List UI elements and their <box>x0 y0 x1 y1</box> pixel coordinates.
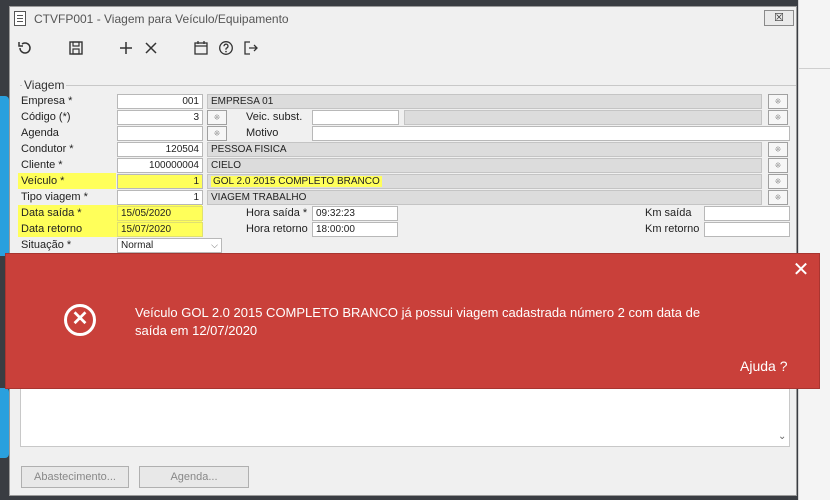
error-notification: ✕ ✕ Veículo GOL 2.0 2015 COMPLETO BRANCO… <box>5 253 820 389</box>
exit-icon[interactable] <box>241 38 261 58</box>
situacao-value: Normal <box>121 240 154 251</box>
error-circle-icon: ✕ <box>64 304 96 336</box>
situacao-label: Situação * <box>21 239 72 251</box>
tipo-viagem-name-field: VIAGEM TRABALHO <box>207 190 762 205</box>
data-saida-label: Data saída * <box>21 207 82 219</box>
calendar-icon[interactable] <box>191 38 211 58</box>
chevron-down-icon: ⌵ <box>211 240 218 250</box>
km-saida-field[interactable] <box>704 206 790 221</box>
veiculo-name-field: GOL 2.0 2015 COMPLETO BRANCO <box>207 174 762 189</box>
veic-subst-label: Veic. subst. <box>246 111 303 123</box>
empresa-name-field: EMPRESA 01 <box>207 94 762 109</box>
hora-saida-label: Hora saída * <box>246 207 308 219</box>
hora-retorno-label: Hora retorno <box>246 223 308 235</box>
fieldset-border <box>20 85 796 86</box>
cliente-lookup-button[interactable]: ⁜ <box>768 158 788 173</box>
agenda-label: Agenda <box>21 127 59 139</box>
dialog-window: CTVFP001 - Viagem para Veículo/Equipamen… <box>9 6 797 496</box>
add-icon[interactable] <box>116 38 136 58</box>
codigo-field[interactable]: 3 <box>117 110 203 125</box>
cliente-label: Cliente * <box>21 159 63 171</box>
empresa-label: Empresa * <box>21 95 73 107</box>
data-retorno-label: Data retorno <box>21 223 83 235</box>
abastecimento-button[interactable]: Abastecimento... <box>21 466 129 488</box>
help-link[interactable]: Ajuda ? <box>740 358 787 374</box>
close-icon[interactable]: ✕ <box>792 260 810 280</box>
km-saida-label: Km saída <box>645 207 692 219</box>
agenda-field[interactable] <box>117 126 203 141</box>
background-window-strip <box>798 0 830 500</box>
veic-subst-field[interactable] <box>312 110 399 125</box>
condutor-label: Condutor * <box>21 143 74 155</box>
notes-area[interactable] <box>20 383 790 447</box>
window-title: CTVFP001 - Viagem para Veículo/Equipamen… <box>34 12 289 26</box>
condutor-name-field: PESSOA FISICA <box>207 142 762 157</box>
tipo-viagem-code-field[interactable]: 1 <box>117 190 203 205</box>
veiculo-lookup-button[interactable]: ⁜ <box>768 174 788 189</box>
veiculo-label: Veículo * <box>21 175 65 187</box>
codigo-lookup-button[interactable]: ⁜ <box>207 110 227 125</box>
side-accent-bar <box>0 96 9 256</box>
error-message: Veículo GOL 2.0 2015 COMPLETO BRANCO já … <box>135 305 701 338</box>
document-icon <box>14 11 26 26</box>
empresa-code-field[interactable]: 001 <box>117 94 203 109</box>
agenda-button[interactable]: Agenda... <box>139 466 249 488</box>
side-accent-bar-lower <box>0 388 9 458</box>
window-close-button[interactable]: ☒ <box>764 10 794 26</box>
veic-subst-desc-field <box>404 110 762 125</box>
strip-divider <box>799 68 830 69</box>
empresa-lookup-button[interactable]: ⁜ <box>768 94 788 109</box>
help-icon[interactable] <box>216 38 236 58</box>
motivo-field[interactable] <box>312 126 790 141</box>
km-retorno-label: Km retorno <box>645 223 700 235</box>
veic-subst-lookup-button[interactable]: ⁜ <box>768 110 788 125</box>
condutor-code-field[interactable]: 120504 <box>117 142 203 157</box>
hora-retorno-field[interactable]: 18:00:00 <box>312 222 398 237</box>
agenda-lookup-button[interactable]: ⁜ <box>207 126 227 141</box>
data-saida-field[interactable]: 15/05/2020 <box>117 206 203 221</box>
fieldset-legend: Viagem <box>22 78 67 92</box>
motivo-label: Motivo <box>246 127 279 139</box>
refresh-icon[interactable] <box>15 38 35 58</box>
delete-icon[interactable] <box>141 38 161 58</box>
tipo-viagem-label: Tipo viagem * <box>21 191 88 203</box>
title-bar: CTVFP001 - Viagem para Veículo/Equipamen… <box>10 7 796 33</box>
save-icon[interactable] <box>66 38 86 58</box>
hora-saida-field[interactable]: 09:32:23 <box>312 206 398 221</box>
data-retorno-field[interactable]: 15/07/2020 <box>117 222 203 237</box>
situacao-select[interactable]: Normal ⌵ <box>117 238 222 253</box>
cliente-name-field: CIELO <box>207 158 762 173</box>
condutor-lookup-button[interactable]: ⁜ <box>768 142 788 157</box>
veiculo-code-field[interactable]: 1 <box>117 174 203 189</box>
tipo-viagem-lookup-button[interactable]: ⁜ <box>768 190 788 205</box>
veiculo-name-text: GOL 2.0 2015 COMPLETO BRANCO <box>211 176 382 187</box>
cliente-code-field[interactable]: 100000004 <box>117 158 203 173</box>
codigo-label: Código (*) <box>21 111 71 123</box>
km-retorno-field[interactable] <box>704 222 790 237</box>
scroll-down-icon[interactable]: ⌄ <box>778 431 786 442</box>
toolbar <box>10 34 796 62</box>
